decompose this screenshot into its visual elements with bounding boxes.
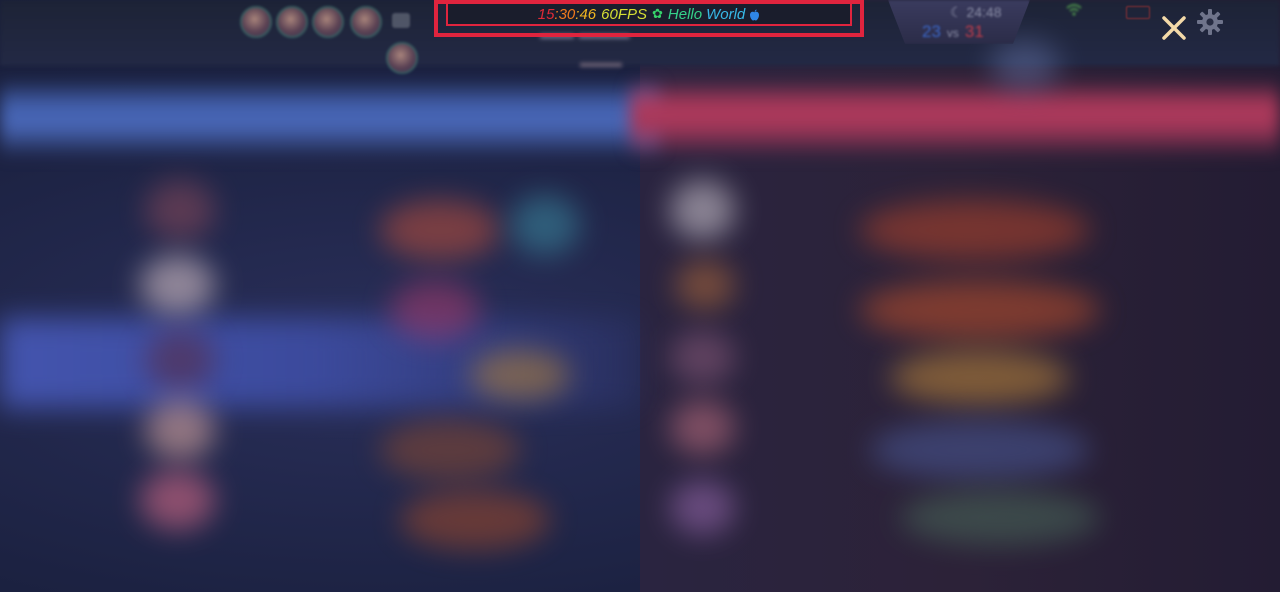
clock-hour: 15 — [537, 5, 555, 23]
blurred-item — [390, 280, 480, 340]
blurred-avatar — [670, 400, 735, 455]
chat-icon — [392, 13, 410, 28]
blurred-avatar — [675, 260, 735, 310]
blurred-avatar — [145, 330, 215, 390]
blurred-subtitle-text: ▬▬▬ — [580, 54, 622, 70]
match-timer-text: 24:48 — [966, 4, 1002, 20]
battery-icon — [1126, 6, 1150, 19]
blurred-item — [470, 350, 570, 400]
fps-counter: 60FPS — [601, 5, 647, 23]
blurred-item — [900, 490, 1100, 545]
vs-label: vs — [946, 26, 959, 40]
blurred-avatar — [140, 470, 215, 530]
match-timer: ☾ 24:48 — [950, 4, 1002, 20]
blurred-item — [380, 200, 500, 260]
blurred-item — [860, 200, 1090, 260]
blurred-avatar — [670, 330, 735, 385]
blurred-avatar — [670, 180, 735, 240]
blue-team-banner — [0, 78, 660, 158]
red-team-score: 31 — [964, 22, 984, 41]
blurred-item — [890, 350, 1070, 405]
blurred-item — [860, 280, 1100, 340]
hero-portrait — [350, 6, 382, 38]
hello-text: Hello — [667, 5, 703, 23]
world-text: World — [706, 5, 746, 23]
hero-portrait — [312, 6, 344, 38]
hero-portrait — [240, 6, 272, 38]
close-button[interactable] — [1158, 12, 1190, 44]
blurred-game-scene: ▬▬ ▬▬▬ ▬▬▬ ☾ 24:48 23 vs 31 — [0, 0, 1280, 592]
blue-team-score: 23 — [922, 22, 941, 41]
fps-overlay: 15:30:46 60FPS ✿ Hello World — [446, 4, 852, 26]
gear-icon — [1197, 9, 1223, 35]
blurred-avatar — [670, 480, 735, 535]
blurred-item — [510, 195, 580, 255]
hero-portrait — [386, 42, 418, 74]
blurred-item — [870, 420, 1090, 480]
clock-second: 46 — [579, 5, 597, 23]
wifi-icon — [1066, 4, 1082, 19]
blurred-item — [400, 490, 550, 550]
close-icon — [1162, 16, 1186, 40]
settings-button[interactable] — [1196, 8, 1224, 36]
red-team-banner — [630, 78, 1280, 158]
apple-icon — [749, 8, 760, 21]
blurred-avatar — [990, 40, 1060, 90]
hero-portrait — [276, 6, 308, 38]
clock-minute: 30 — [558, 5, 576, 23]
blurred-avatar — [145, 400, 215, 460]
blurred-item — [380, 420, 520, 480]
blurred-avatar — [140, 255, 215, 315]
blurred-avatar — [145, 180, 215, 240]
match-score: 23 vs 31 — [922, 22, 984, 42]
flower-icon: ✿ — [652, 6, 663, 21]
